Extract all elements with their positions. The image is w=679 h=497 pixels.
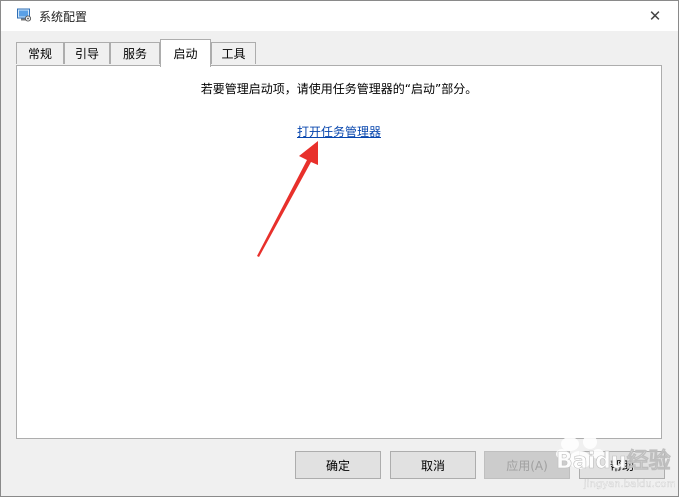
tab-services-label: 服务 [122,47,147,61]
tab-services[interactable]: 服务 [110,42,160,64]
title-bar[interactable]: 系统配置 ✕ [1,1,678,31]
ok-button-label: 确定 [325,458,350,473]
cancel-button-label: 取消 [420,458,445,473]
ok-button[interactable]: 确定 [295,451,381,479]
tab-general-label: 常规 [27,47,52,61]
tab-startup[interactable]: 启动 [160,39,211,67]
system-config-window: 系统配置 ✕ 常规 引导 服务 启动 工具 若要管理启动项，请使用任务管理器的“… [0,0,679,497]
startup-message: 若要管理启动项，请使用任务管理器的“启动”部分。 [200,82,478,96]
tab-startup-label: 启动 [173,47,198,61]
window-title: 系统配置 [39,10,88,24]
tab-boot[interactable]: 引导 [64,42,110,64]
system-config-icon [17,8,31,22]
tab-tools-label: 工具 [221,47,246,61]
tab-tools[interactable]: 工具 [211,42,256,64]
close-button[interactable]: ✕ [640,4,670,28]
apply-button: 应用(A) [484,451,570,479]
close-icon: ✕ [648,7,662,25]
startup-panel: 若要管理启动项，请使用任务管理器的“启动”部分。 打开任务管理器 [16,65,662,439]
tab-boot-label: 引导 [74,47,99,61]
tab-general[interactable]: 常规 [16,42,64,64]
cancel-button[interactable]: 取消 [390,451,476,479]
help-button-label: 帮助 [609,458,634,473]
apply-button-label: 应用(A) [506,458,548,473]
help-button[interactable]: 帮助 [579,451,665,479]
open-task-manager-link[interactable]: 打开任务管理器 [297,125,381,139]
